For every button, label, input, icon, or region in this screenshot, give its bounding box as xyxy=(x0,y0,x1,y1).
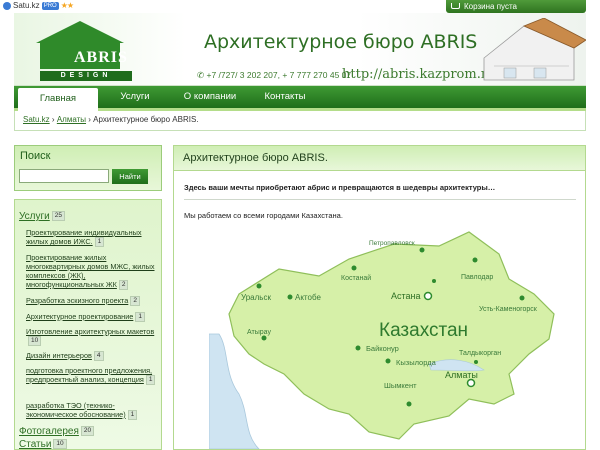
city-dot[interactable] xyxy=(355,345,361,351)
city-label: Талдыкорган xyxy=(459,350,501,357)
breadcrumb-city[interactable]: Алматы xyxy=(57,115,86,124)
sidebar-item-teo[interactable]: разработка ТЭО (технико-экономическое об… xyxy=(26,401,156,421)
city-dot[interactable] xyxy=(432,279,436,283)
city-label: Байконур xyxy=(366,344,399,353)
nav-home[interactable]: Главная xyxy=(18,88,98,111)
sidebar-item-izhs[interactable]: Проектирование индивидуальных жилых домо… xyxy=(26,228,156,248)
banner-phone: ✆ +7 /727/ 3 202 207, + 7 777 270 45 07 xyxy=(197,70,352,80)
main-title: Архитектурное бюро ABRIS. xyxy=(174,146,585,171)
category-gallery[interactable]: Фотогалерея 20 xyxy=(19,426,95,437)
city-label: Усть-Каменогорск xyxy=(479,306,538,313)
category-panel: Услуги 25 Проектирование индивидуальных ж… xyxy=(14,199,162,450)
banner-title: Архитектурное бюро ABRIS xyxy=(204,31,478,53)
breadcrumb-satu[interactable]: Satu.kz xyxy=(23,115,50,124)
satu-logo-icon xyxy=(3,1,11,10)
sidebar-item-sketch-project[interactable]: Разработка эскизного проекта 2 xyxy=(26,296,156,307)
city-label: Петропавловск xyxy=(369,240,415,247)
count-badge: 4 xyxy=(93,351,104,362)
kazakhstan-map[interactable]: Казахстан Петропавловск Костанай Астана … xyxy=(209,224,586,449)
nav-contacts[interactable]: Контакты xyxy=(254,86,316,108)
count-badge: 25 xyxy=(51,211,65,222)
cart-label: Корзина пуста xyxy=(464,2,517,11)
logo-roof-icon xyxy=(36,21,124,43)
count-badge: 10 xyxy=(53,439,67,449)
rating-stars-icon: ★★ xyxy=(60,1,74,10)
city-label: Костанай xyxy=(341,274,371,282)
count-badge: 2 xyxy=(130,296,140,307)
count-badge: 2 xyxy=(118,280,129,291)
category-services[interactable]: Услуги 25 xyxy=(19,211,65,222)
top-strip: Satu.kz PRO ★★ Корзина пуста xyxy=(0,0,600,13)
search-panel: Поиск Найти xyxy=(14,145,162,191)
city-label: Атырау xyxy=(247,329,271,336)
city-label: Алматы xyxy=(445,370,478,380)
city-dot[interactable] xyxy=(474,360,478,364)
abris-logo[interactable]: ABRIS DESIGN xyxy=(36,21,134,83)
city-dot[interactable] xyxy=(351,265,357,271)
sidebar-item-arch-design[interactable]: Архитектурное проектирование 1 xyxy=(26,312,156,323)
city-label: Шымкент xyxy=(384,381,417,390)
house-sketch-icon xyxy=(483,18,586,81)
city-dot[interactable] xyxy=(287,294,293,300)
pro-badge: PRO xyxy=(41,1,59,10)
city-label: Актобе xyxy=(295,293,321,302)
city-dot[interactable] xyxy=(385,358,391,364)
satu-rating[interactable]: Satu.kz PRO ★★ xyxy=(3,1,74,10)
cart-icon xyxy=(451,3,460,9)
city-label: Павлодар xyxy=(461,274,493,281)
count-badge: 1 xyxy=(135,312,145,323)
count-badge: 10 xyxy=(28,336,42,347)
sidebar-item-interior[interactable]: Дизайн интерьеров 4 xyxy=(26,351,156,362)
main-nav: Главная Услуги О компании Контакты xyxy=(14,86,586,111)
header-banner: ABRIS DESIGN Архитектурное бюро ABRIS ✆ … xyxy=(14,13,586,86)
sidebar-item-models[interactable]: Изготовление архитектурных макетов10 xyxy=(26,327,156,347)
tagline: Здесь ваши мечты приобретают абрис и пре… xyxy=(184,183,496,192)
nav-about[interactable]: О компании xyxy=(172,86,248,108)
city-label: Кызылорда xyxy=(396,358,437,367)
count-badge: 1 xyxy=(145,375,156,386)
count-badge: 1 xyxy=(94,237,105,248)
search-title: Поиск xyxy=(20,150,51,162)
city-dot[interactable] xyxy=(419,247,425,253)
city-dot-major[interactable] xyxy=(466,378,476,388)
city-dot[interactable] xyxy=(406,401,412,407)
city-label: Астана xyxy=(391,291,421,301)
city-dot[interactable] xyxy=(256,283,262,289)
city-label: Уральск xyxy=(241,293,271,302)
count-badge: 1 xyxy=(127,410,138,421)
sidebar-item-proposal[interactable]: подготовка проектного предложения, предп… xyxy=(26,366,156,386)
logo-subtitle: DESIGN xyxy=(40,71,132,81)
city-dot[interactable] xyxy=(519,295,525,301)
breadcrumb-current: Архитектурное бюро ABRIS. xyxy=(93,115,199,124)
count-badge: 20 xyxy=(80,426,95,437)
search-button[interactable]: Найти xyxy=(112,169,148,184)
main-panel: Архитектурное бюро ABRIS. Здесь ваши меч… xyxy=(173,145,586,450)
search-input[interactable] xyxy=(19,169,109,183)
map-country-label: Казахстан xyxy=(379,320,468,341)
capital-dot[interactable] xyxy=(423,291,433,301)
city-dot[interactable] xyxy=(261,335,267,341)
work-text: Мы работаем со всеми городами Казахстана… xyxy=(184,211,343,220)
nav-services[interactable]: Услуги xyxy=(104,86,166,108)
breadcrumb: Satu.kz › Алматы › Архитектурное бюро AB… xyxy=(14,111,586,131)
sidebar-item-mzhs[interactable]: Проектирование жилых многоквартирных дом… xyxy=(26,253,156,291)
satu-label: Satu.kz xyxy=(13,1,40,10)
city-dot[interactable] xyxy=(472,257,478,263)
cart-button[interactable]: Корзина пуста xyxy=(446,0,586,13)
category-articles[interactable]: Статьи 10 xyxy=(19,439,67,449)
logo-text: ABRIS xyxy=(74,49,128,66)
divider xyxy=(184,199,576,200)
